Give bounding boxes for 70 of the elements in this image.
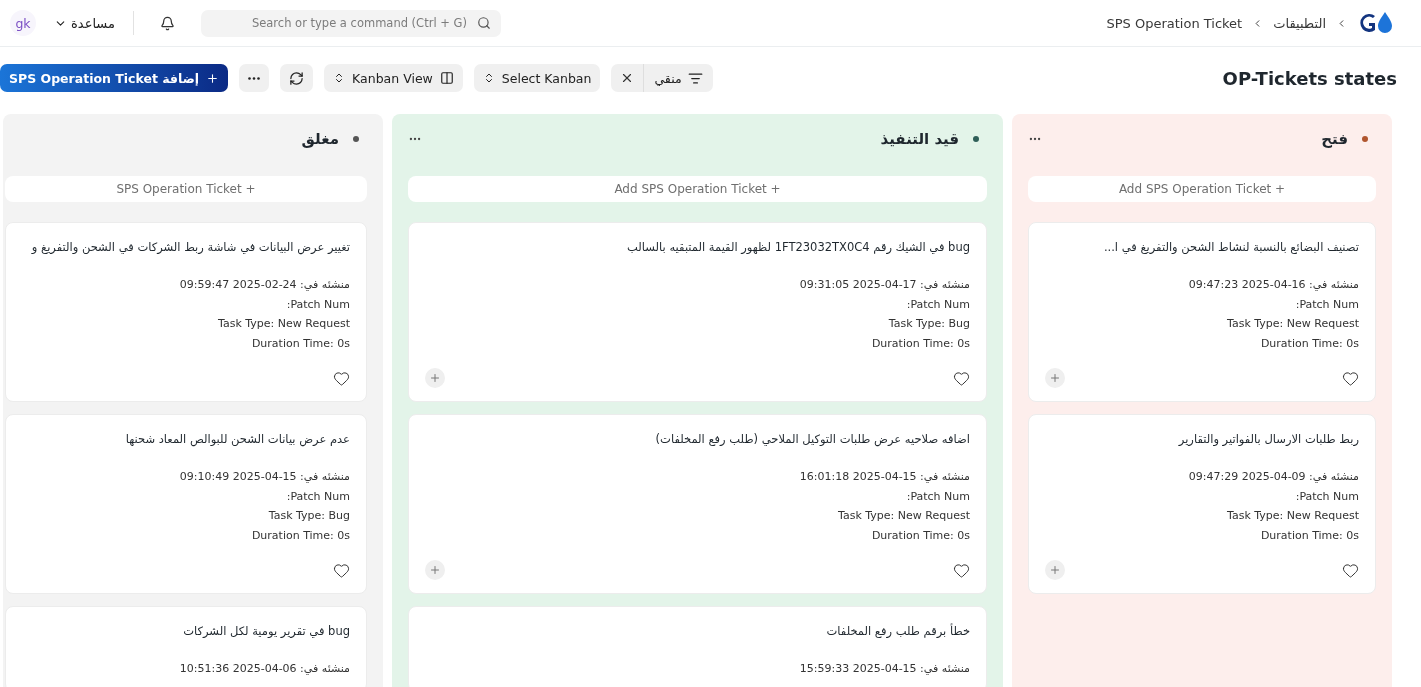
- plus-icon: [1049, 564, 1061, 576]
- view-button[interactable]: Kanban View: [324, 64, 463, 92]
- plus-icon: [429, 372, 441, 384]
- created-date: منشئه في: 2025-04-06 10:51:36: [178, 661, 350, 677]
- heart-icon[interactable]: [1342, 561, 1359, 579]
- heart-icon[interactable]: [953, 561, 970, 579]
- created-date: منشئه في: 2025-04-16 09:47:23: [1187, 277, 1359, 293]
- filter-icon: [687, 70, 703, 86]
- heart-icon[interactable]: [953, 369, 970, 387]
- created-date: منشئه في: 2025-04-17 09:31:05: [798, 277, 970, 293]
- created-date: منشئه في: 2025-04-09 09:47:29: [1187, 469, 1359, 485]
- created-date: منشئه في: 2025-04-15 15:59:33: [798, 661, 970, 677]
- add-ticket-button[interactable]: إضافة SPS Operation Ticket: [0, 64, 229, 92]
- patch-num: Patch Num:: [905, 296, 970, 313]
- more-icon: [248, 76, 261, 80]
- task-type: Task Type: New Request: [217, 316, 350, 332]
- ticket-title: bug في تقرير يومية لكل الشركات: [182, 623, 350, 639]
- created-date: منشئه في: 2025-02-24 09:59:47: [178, 277, 350, 293]
- ticket-title: تغيير عرض البيانات في شاشة ربط الشركات في الشحن والتفريغ و: [30, 239, 350, 255]
- page-title: OP-Tickets states: [1222, 67, 1397, 89]
- heart-icon[interactable]: [333, 561, 350, 579]
- patch-num: Patch Num:: [285, 488, 350, 505]
- duration-time: Duration Time: 0s: [250, 527, 350, 544]
- column-title: مغلق: [300, 130, 339, 148]
- task-type: Task Type: Bug: [267, 508, 350, 524]
- ticket-title: عدم عرض بيانات الشحن للبوالص المعاد شحنها: [124, 431, 350, 447]
- duration-time: Duration Time: 0s: [1259, 335, 1359, 352]
- add-ticket-button[interactable]: + SPS Operation Ticket: [5, 176, 367, 202]
- select-kanban-button[interactable]: Select Kanban: [473, 64, 601, 92]
- logo-icon[interactable]: [1357, 10, 1393, 36]
- search-icon: [476, 16, 491, 30]
- patch-num: Patch Num:: [1294, 488, 1359, 505]
- user-avatar[interactable]: gk: [10, 10, 36, 36]
- column-title: فتح: [1320, 130, 1348, 148]
- duration-time: Duration Time: 0s: [1259, 527, 1359, 544]
- ticket-title: خطأ برقم طلب رفع المخلفات: [825, 623, 970, 639]
- patch-num: Patch Num:: [1294, 296, 1359, 313]
- ticket-title: اضافه صلاحيه عرض طلبات التوكيل الملاحي (طلب رفع المخلفات): [654, 431, 970, 447]
- ticket-card[interactable]: خطأ برقم طلب رفع المخلفات منشئه في: 2025-04-15 15:59:33: [408, 606, 987, 687]
- ticket-title: تصنيف البضائع بالنسبة لنشاط الشحن والتفريغ في ا...: [1102, 239, 1359, 255]
- created-date: منشئه في: 2025-04-15 16:01:18: [798, 469, 970, 485]
- plus-icon: [206, 71, 220, 85]
- breadcrumb-link[interactable]: SPS Operation Ticket: [1106, 15, 1243, 31]
- patch-num: Patch Num:: [285, 296, 350, 313]
- duration-time: Duration Time: 0s: [250, 335, 350, 352]
- columns-icon: [439, 71, 454, 85]
- column-title: قيد التنفيذ: [879, 130, 959, 148]
- add-ticket-button[interactable]: + Add SPS Operation Ticket: [408, 176, 987, 202]
- refresh-button[interactable]: [280, 64, 314, 92]
- bell-icon[interactable]: [159, 15, 175, 31]
- task-type: Task Type: New Request: [1226, 508, 1359, 524]
- help-menu[interactable]: مساعدة: [50, 15, 119, 31]
- task-type: Task Type: New Request: [837, 508, 970, 524]
- task-type: Task Type: New Request: [1226, 316, 1359, 332]
- plus-icon: [429, 564, 441, 576]
- plus-icon: [1049, 372, 1061, 384]
- created-date: منشئه في: 2025-04-15 09:10:49: [178, 469, 350, 485]
- heart-icon[interactable]: [333, 369, 350, 387]
- ticket-title: ربط طلبات الارسال بالفواتير والتقارير: [1177, 431, 1359, 447]
- breadcrumb-link[interactable]: التطبيقات: [1273, 15, 1326, 31]
- refresh-icon: [289, 70, 305, 86]
- search-field[interactable]: Search or type a command (Ctrl + G): [200, 9, 501, 37]
- add-ticket-button[interactable]: + Add SPS Operation Ticket: [1028, 176, 1376, 202]
- ticket-card[interactable]: bug في تقرير يومية لكل الشركات منشئه في: 2025-04-06 10:51:36: [5, 606, 367, 687]
- heart-icon[interactable]: [1342, 369, 1359, 387]
- duration-time: Duration Time: 0s: [870, 527, 970, 544]
- task-type: Task Type: Bug: [887, 316, 970, 332]
- ticket-title: bug في الشيك رقم 1FT23032TX0C4 لظهور القيمة المتبقيه بالسالب: [626, 239, 970, 255]
- patch-num: Patch Num:: [905, 488, 970, 505]
- duration-time: Duration Time: 0s: [870, 335, 970, 352]
